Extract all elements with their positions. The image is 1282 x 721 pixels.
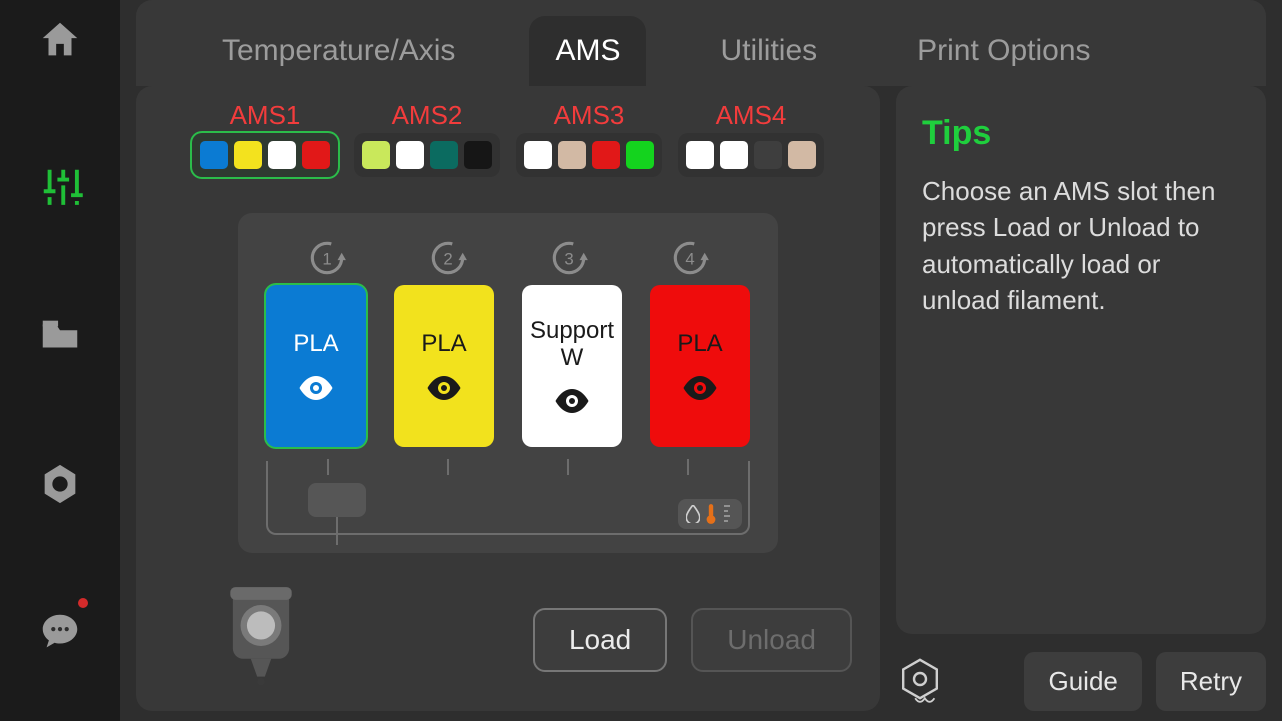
ams-unit-3[interactable]: AMS3 [516,100,662,177]
swatch [430,141,458,169]
tips-body: Choose an AMS slot then press Load or Un… [922,173,1240,319]
nav-files[interactable] [30,306,90,366]
tabs: Temperature/Axis AMS Utilities Print Opt… [136,0,1266,86]
ams-diagram: 1 2 3 4 PLA PLA Support W [238,213,778,553]
tips-panel: Tips Choose an AMS slot then press Load … [896,86,1266,634]
ams-unit-swatches [678,133,824,177]
ams-unit-swatches [354,133,500,177]
swatch [720,141,748,169]
eye-icon [297,376,335,400]
slot-1[interactable]: PLA [266,285,366,447]
slot-3[interactable]: Support W [522,285,622,447]
eye-icon [681,376,719,400]
notification-dot [78,598,88,608]
swatch [524,141,552,169]
tab-temperature-axis[interactable]: Temperature/Axis [196,16,481,86]
main: Temperature/Axis AMS Utilities Print Opt… [120,0,1282,721]
swatch [788,141,816,169]
retry-button[interactable]: Retry [1156,652,1266,711]
folder-icon [37,313,83,359]
guide-button[interactable]: Guide [1024,652,1141,711]
slot-2[interactable]: PLA [394,285,494,447]
slot-material: Support W [522,318,622,371]
svg-text:4: 4 [685,249,694,268]
footer-buttons: Guide Retry [896,652,1266,711]
ams-hub-icon [308,483,366,517]
ams-unit-label: AMS4 [716,100,787,131]
eye-icon [425,376,463,400]
swatch [464,141,492,169]
tab-ams[interactable]: AMS [529,16,646,86]
slot-material: PLA [421,331,466,357]
swatch [234,141,262,169]
swatch [592,141,620,169]
nav-home[interactable] [30,10,90,70]
rotate-icon: 3 [542,237,596,279]
diagram-footer: Load Unload [164,582,852,697]
nav-controls[interactable] [30,158,90,218]
ams-unit-2[interactable]: AMS2 [354,100,500,177]
ams-unit-1[interactable]: AMS1 [192,100,338,177]
tips-title: Tips [922,114,1240,153]
tab-utilities[interactable]: Utilities [694,16,843,86]
ams-unit-4[interactable]: AMS4 [678,100,824,177]
sidebar [0,0,120,721]
swatch [754,141,782,169]
rotate-icon: 1 [300,237,354,279]
tab-print-options[interactable]: Print Options [891,16,1116,86]
swatch [302,141,330,169]
swatch [362,141,390,169]
thermometer-icon [704,503,718,525]
swatch [268,141,296,169]
slot-4[interactable]: PLA [650,285,750,447]
sliders-icon [34,162,86,214]
svg-text:2: 2 [443,249,452,268]
nozzle-icon [222,582,300,697]
load-button[interactable]: Load [533,608,667,672]
chat-icon [37,609,83,655]
ams-unit-row: AMS1 AMS2 [164,100,852,177]
ams-unit-label: AMS3 [554,100,625,131]
slot-row: PLA PLA Support W PLA [266,285,750,447]
swatch [686,141,714,169]
ams-panel: AMS1 AMS2 [136,86,880,711]
slot-material: PLA [677,331,722,357]
slot-material: PLA [293,331,338,357]
home-icon [37,17,83,63]
ams-unit-swatches [192,133,338,177]
ams-unit-label: AMS1 [230,100,301,131]
spool-icon[interactable] [896,655,944,708]
swatch [200,141,228,169]
filament-route [266,461,750,535]
humidity-temp-badge[interactable] [678,499,742,529]
nav-chat[interactable] [30,602,90,662]
nav-settings[interactable] [30,454,90,514]
scale-icon [722,504,734,524]
ams-unit-label: AMS2 [392,100,463,131]
swatch [626,141,654,169]
rotate-icon: 4 [663,237,717,279]
slot-spinners: 1 2 3 4 [266,237,750,279]
unload-button: Unload [691,608,852,672]
hex-icon [37,461,83,507]
svg-text:3: 3 [564,249,573,268]
swatch [396,141,424,169]
ams-unit-swatches [516,133,662,177]
droplet-icon [686,505,700,523]
eye-icon [553,389,591,413]
right-column: Tips Choose an AMS slot then press Load … [896,86,1266,711]
rotate-icon: 2 [421,237,475,279]
svg-text:1: 1 [322,249,331,268]
swatch [558,141,586,169]
